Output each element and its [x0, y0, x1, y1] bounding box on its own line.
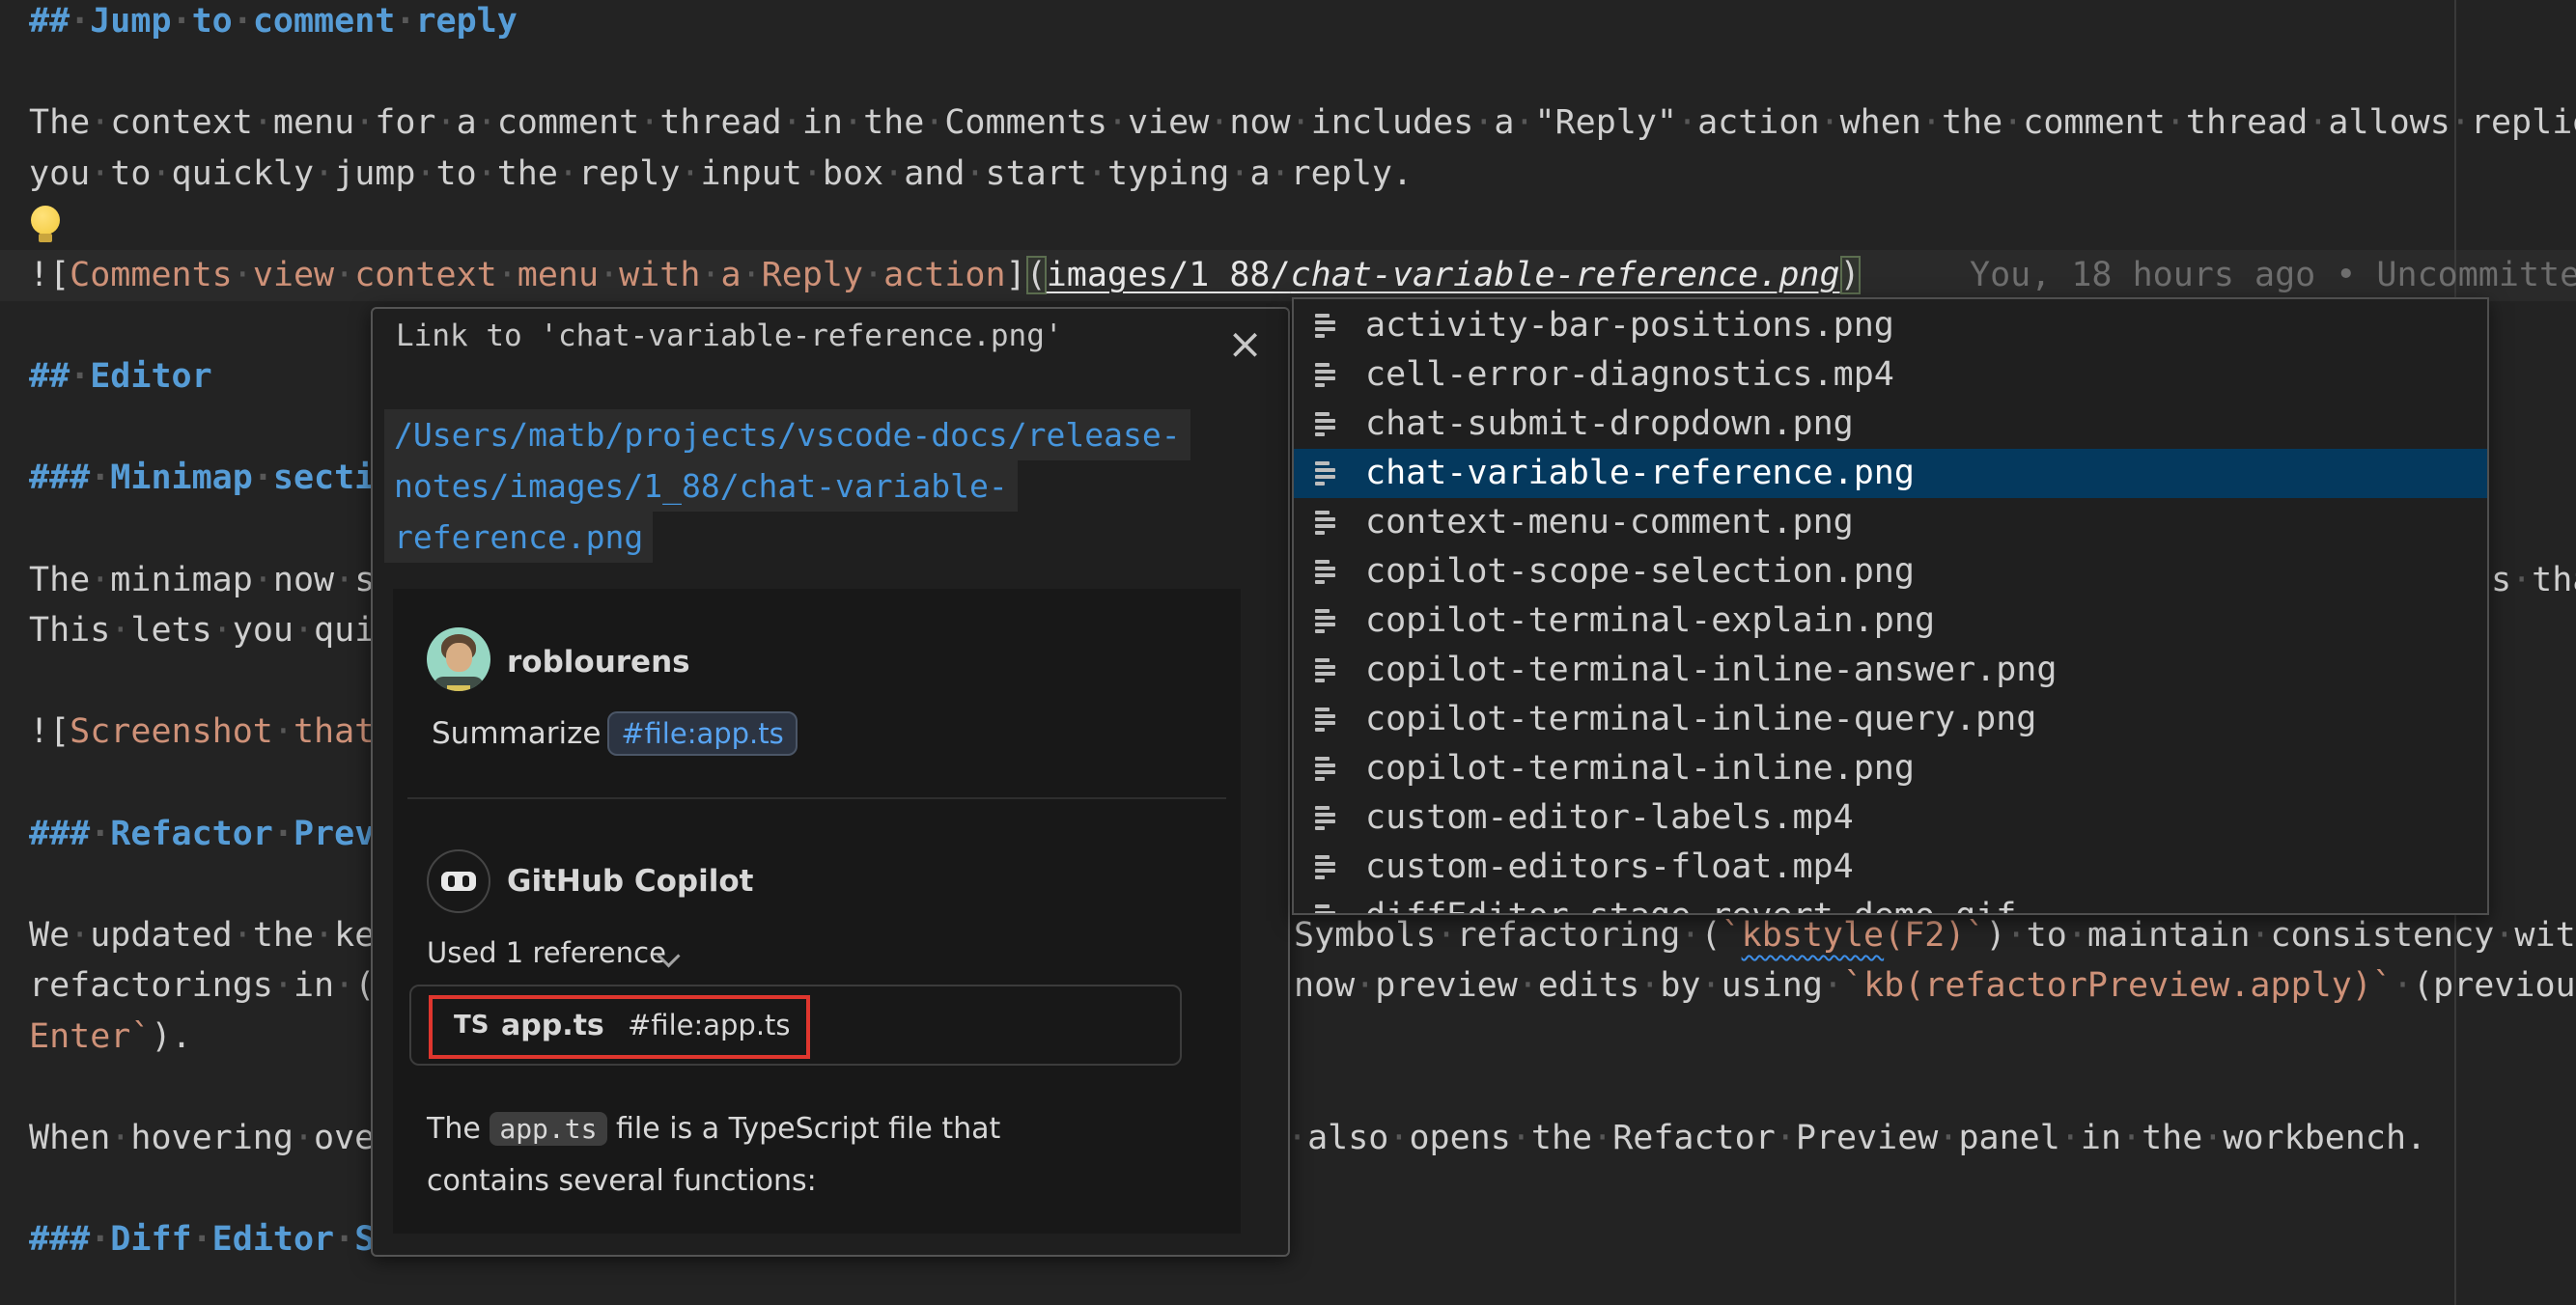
suggestion-label: custom-editors-float.mp4	[1365, 843, 1854, 892]
copilot-icon	[427, 849, 490, 913]
file-icon	[1315, 903, 1336, 915]
file-icon	[1315, 362, 1336, 393]
editor-line[interactable]: ###·Refactor·Prev	[29, 809, 371, 860]
editor-line[interactable]: Symbols·refactoring·(`kbstyle(F2)`)·to·m…	[1294, 910, 2576, 961]
embedded-image-preview: roblourens Summarize #file:app.ts GitHub…	[393, 589, 1241, 1234]
avatar	[427, 627, 490, 691]
suggestion-item[interactable]: chat-variable-reference.png	[1294, 449, 2487, 498]
file-path-link[interactable]: notes/images/1_88/chat-variable-	[384, 460, 1018, 512]
response-line-1: The app.ts file is a TypeScript file tha…	[427, 1103, 1000, 1154]
references-label: Used 1 reference	[427, 928, 666, 979]
file-icon	[1315, 460, 1336, 491]
suggestion-item[interactable]: copilot-terminal-explain.png	[1294, 597, 2487, 646]
username: roblourens	[507, 637, 690, 688]
file-icon	[1315, 756, 1336, 787]
prompt-text: Summarize	[432, 708, 601, 760]
suggestion-label: copilot-scope-selection.png	[1365, 547, 1915, 597]
suggestion-item[interactable]: copilot-terminal-inline.png	[1294, 744, 2487, 793]
divider	[407, 797, 1226, 799]
editor-line[interactable]: ###·Diff·Editor·S	[29, 1214, 371, 1265]
suggestion-label: copilot-terminal-explain.png	[1365, 597, 1935, 646]
editor-left-fragments: ##·Editor ###·Minimap·secti The·minimap·no…	[0, 0, 371, 1305]
editor-line[interactable]: ##·Editor	[29, 351, 212, 403]
file-icon	[1315, 411, 1336, 442]
file-icon	[1315, 510, 1336, 541]
editor-line[interactable]: ![Screenshot·that	[29, 707, 371, 758]
suggestion-label: copilot-terminal-inline-answer.png	[1365, 646, 2057, 695]
editor-line[interactable]: ·also·opens·the·Refactor·Preview·panel·i…	[1292, 1113, 2426, 1164]
editor-line[interactable]: The·minimap·now·s	[29, 555, 371, 606]
suggestion-item[interactable]: activity-bar-positions.png	[1294, 301, 2487, 350]
suggestion-item[interactable]: custom-editors-float.mp4	[1294, 843, 2487, 892]
suggestion-item[interactable]: custom-editor-labels.mp4	[1294, 793, 2487, 843]
close-icon[interactable]: ×	[1227, 319, 1263, 370]
inline-code-chip: app.ts	[490, 1112, 606, 1146]
editor-line[interactable]: This·lets·you·qui	[29, 605, 371, 656]
file-icon	[1315, 559, 1336, 590]
suggestion-item[interactable]: copilot-terminal-inline-query.png	[1294, 695, 2487, 744]
editor-line[interactable]: When·hovering·ove	[29, 1113, 371, 1164]
suggest-widget[interactable]: activity-bar-positions.pngcell-error-dia…	[1292, 297, 2489, 915]
ts-file-icon: TS	[454, 1000, 489, 1051]
file-variable-chip: #file:app.ts	[607, 711, 798, 756]
suggestion-item[interactable]: copilot-scope-selection.png	[1294, 547, 2487, 597]
suggestion-item[interactable]: copilot-terminal-inline-answer.png	[1294, 646, 2487, 695]
editor-line[interactable]: ###·Minimap·secti	[29, 453, 371, 504]
suggestion-label: chat-variable-reference.png	[1365, 449, 1915, 498]
suggestion-label: activity-bar-positions.png	[1365, 301, 1894, 350]
response-line-2: contains several functions:	[427, 1155, 817, 1207]
suggestion-label: context-menu-comment.png	[1365, 498, 1854, 547]
file-path-link[interactable]: reference.png	[384, 512, 653, 563]
suggestion-item[interactable]: diffEditor-stage-revert-demo.gif	[1294, 892, 2487, 915]
file-path-link[interactable]: /Users/matb/projects/vscode-docs/release…	[384, 409, 1190, 460]
editor-line[interactable]: Enter`).	[29, 1012, 192, 1063]
file-icon	[1315, 313, 1336, 344]
popup-title: Link to 'chat-variable-reference.png'	[396, 319, 1063, 370]
file-icon	[1315, 854, 1336, 885]
file-icon	[1315, 657, 1336, 688]
suggestion-label: copilot-terminal-inline.png	[1365, 744, 1915, 793]
editor-line[interactable]: We·updated·the·ke	[29, 910, 371, 961]
reference-filename: app.ts	[501, 1000, 604, 1051]
suggestion-label: copilot-terminal-inline-query.png	[1365, 695, 2036, 744]
assistant-name: GitHub Copilot	[507, 856, 754, 907]
suggestion-label: custom-editor-labels.mp4	[1365, 793, 1854, 843]
editor-line[interactable]: now·preview·edits·by·using·`kb(refactorP…	[1294, 960, 2576, 1012]
file-icon	[1315, 805, 1336, 836]
editor-line[interactable]: refactorings·in·(	[29, 960, 371, 1012]
suggestion-item[interactable]: chat-submit-dropdown.png	[1294, 400, 2487, 449]
file-icon	[1315, 608, 1336, 639]
editor-line[interactable]: s·that	[2491, 555, 2576, 606]
suggestion-label: diffEditor-stage-revert-demo.gif	[1365, 892, 2016, 915]
suggestion-item[interactable]: context-menu-comment.png	[1294, 498, 2487, 547]
suggestion-label: cell-error-diagnostics.mp4	[1365, 350, 1894, 400]
file-icon	[1315, 707, 1336, 737]
suggestion-label: chat-submit-dropdown.png	[1365, 400, 1854, 449]
suggestion-item[interactable]: cell-error-diagnostics.mp4	[1294, 350, 2487, 400]
reference-variable: #file:app.ts	[628, 1000, 791, 1051]
link-hover-popup: Link to 'chat-variable-reference.png' × …	[371, 307, 1290, 1257]
